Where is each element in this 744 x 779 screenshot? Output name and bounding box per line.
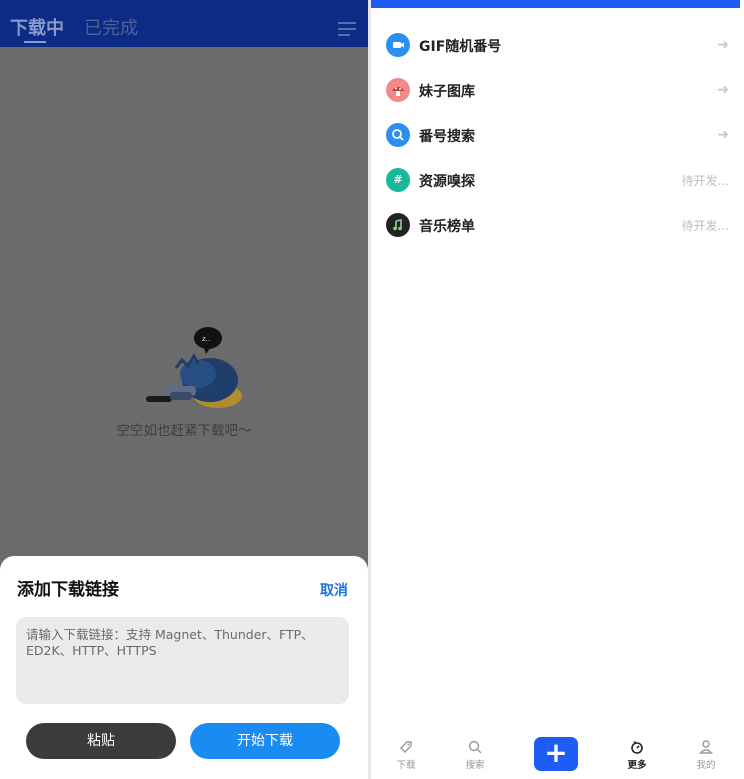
list-item-label: 音乐榜单 bbox=[419, 219, 475, 235]
sheet-title: 添加下载链接 bbox=[17, 580, 119, 600]
add-button[interactable]: + bbox=[534, 737, 578, 771]
timer-icon bbox=[631, 740, 643, 754]
list-item-label: 资源嗅探 bbox=[419, 174, 475, 190]
pending-status: 待开发... bbox=[681, 174, 729, 188]
svg-text:z..: z.. bbox=[202, 335, 210, 343]
list-item-resource-sniff[interactable]: # 资源嗅探 待开发... bbox=[386, 168, 729, 204]
paste-button[interactable]: 粘贴 bbox=[26, 723, 176, 759]
hash-icon: # bbox=[386, 168, 410, 192]
header-bar: 下载中 已完成 bbox=[0, 0, 368, 47]
mushroom-icon bbox=[386, 78, 410, 102]
download-link-input[interactable]: 请输入下载链接：支持 Magnet、Thunder、FTP、ED2K、HTTP、… bbox=[16, 617, 349, 704]
nav-more[interactable]: 更多 bbox=[617, 739, 657, 771]
download-screen: 下载中 已完成 z.. 空空如也赶紧下载吧～ 添加下载链接 取消 请输入下载链接… bbox=[0, 0, 368, 779]
list-item-label: 番号搜索 bbox=[419, 129, 475, 145]
sleeping-creature-illustration: z.. bbox=[146, 327, 242, 408]
tab-downloading[interactable]: 下载中 bbox=[10, 18, 64, 40]
arrow-right-icon: ➜ bbox=[717, 127, 729, 143]
nav-label: 下载 bbox=[396, 760, 416, 771]
video-icon bbox=[386, 33, 410, 57]
nav-label: 搜索 bbox=[465, 760, 485, 771]
search-icon bbox=[386, 123, 410, 147]
start-download-button[interactable]: 开始下载 bbox=[190, 723, 340, 759]
arrow-right-icon: ➜ bbox=[717, 37, 729, 53]
tab-completed[interactable]: 已完成 bbox=[84, 18, 138, 40]
menu-icon[interactable] bbox=[338, 22, 356, 36]
add-link-sheet: 添加下载链接 取消 请输入下载链接：支持 Magnet、Thunder、FTP、… bbox=[0, 556, 368, 779]
tag-icon bbox=[400, 741, 412, 753]
nav-label: 我的 bbox=[696, 760, 716, 771]
empty-state-text: 空空如也赶紧下载吧～ bbox=[116, 423, 252, 439]
list-item-girl-gallery[interactable]: 妹子图库 ➜ bbox=[386, 78, 729, 114]
search-icon bbox=[468, 740, 482, 754]
list-item-music-chart[interactable]: 音乐榜单 待开发... bbox=[386, 213, 729, 249]
nav-download[interactable]: 下载 bbox=[386, 739, 426, 771]
active-tab-indicator bbox=[24, 41, 46, 43]
pending-status: 待开发... bbox=[681, 219, 729, 233]
nav-mine[interactable]: 我的 bbox=[686, 739, 726, 771]
list-item-code-search[interactable]: 番号搜索 ➜ bbox=[386, 123, 729, 159]
cancel-button[interactable]: 取消 bbox=[320, 580, 348, 600]
list-item-label: GIF随机番号 bbox=[419, 39, 502, 55]
arrow-right-icon: ➜ bbox=[717, 82, 729, 98]
music-icon bbox=[386, 213, 410, 237]
bottom-navigation: 下载 搜索 + 更多 我的 bbox=[371, 731, 740, 779]
top-accent-bar bbox=[371, 0, 740, 8]
user-icon bbox=[698, 740, 714, 754]
list-item-label: 妹子图库 bbox=[419, 84, 475, 100]
nav-search[interactable]: 搜索 bbox=[455, 739, 495, 771]
more-screen: GIF随机番号 ➜ 妹子图库 ➜ 番号搜索 ➜ # 资源嗅探 待开发... 音乐… bbox=[371, 0, 744, 779]
nav-label: 更多 bbox=[627, 760, 647, 771]
list-item-gif-random[interactable]: GIF随机番号 ➜ bbox=[386, 33, 729, 69]
